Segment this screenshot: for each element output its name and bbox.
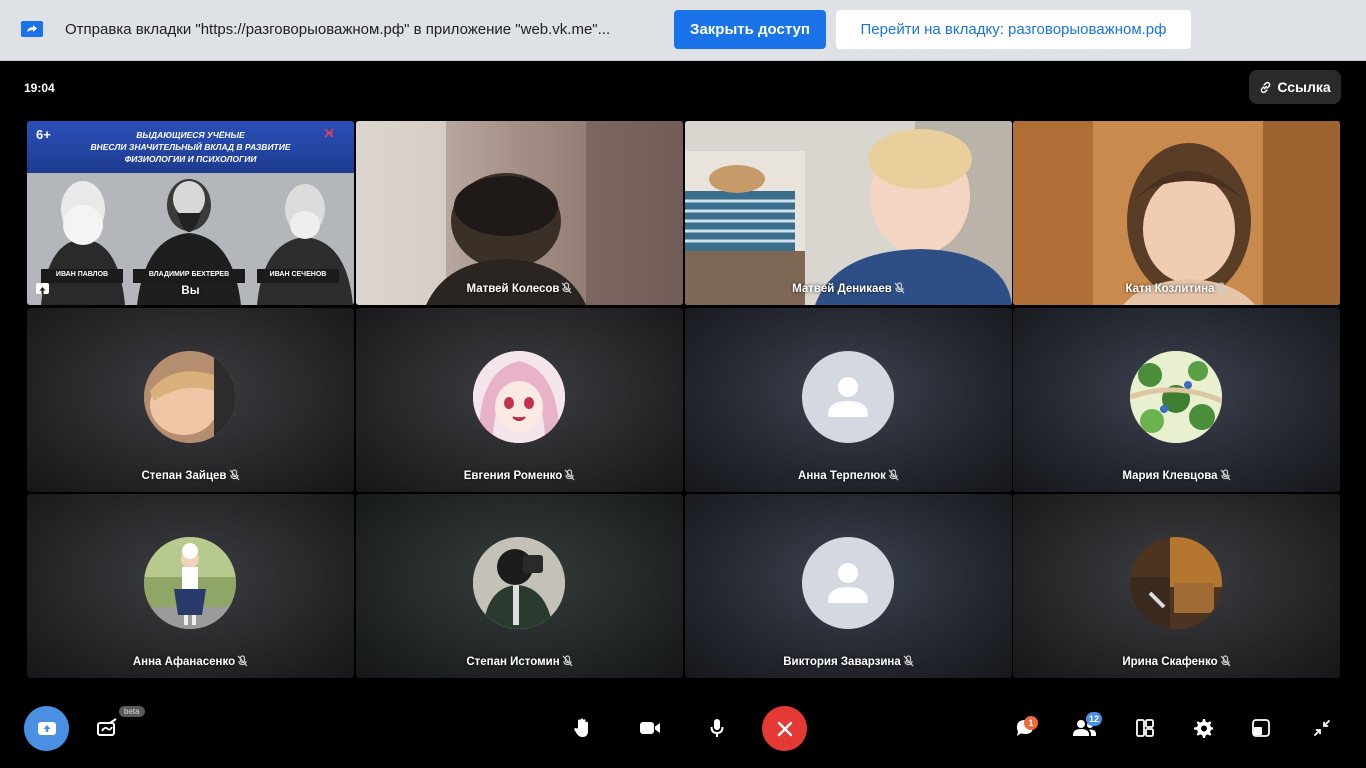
participant-name: Катя Козлитина — [1013, 282, 1340, 297]
participant-tile[interactable]: Матвей Деникаев — [685, 121, 1012, 305]
participant-tile[interactable]: Мария Клевцова — [1013, 308, 1340, 492]
microphone-button[interactable] — [701, 712, 733, 744]
participants-count-badge: 12 — [1086, 712, 1103, 726]
chat-unread-badge: 1 — [1024, 716, 1038, 730]
participant-name: Виктория Заварзина — [685, 655, 1012, 670]
participant-name: Ирина Скафенко — [1013, 655, 1340, 670]
participant-video — [685, 121, 1012, 305]
hand-icon — [574, 718, 588, 737]
default-avatar — [802, 351, 894, 443]
settings-button[interactable] — [1187, 712, 1219, 744]
camera-button[interactable] — [634, 712, 666, 744]
goto-tab-button[interactable]: Перейти на вкладку: разговорыоважном.рф — [836, 10, 1191, 49]
participant-tile[interactable]: Степан Истомин — [356, 494, 683, 678]
mic-off-icon — [561, 282, 572, 297]
fullscreen-button[interactable] — [1306, 712, 1338, 744]
participant-name: Степан Истомин — [356, 655, 683, 670]
screen-share-tile[interactable]: 6+ ВЫДАЮЩИЕСЯ УЧЁНЫЕ ВНЕСЛИ ЗНАЧИТЕЛЬНЫЙ… — [27, 121, 354, 305]
tab-share-banner: Отправка вкладки "https://разговорыоважн… — [0, 0, 1366, 61]
pip-icon — [1252, 719, 1270, 737]
close-access-button[interactable]: Закрыть доступ — [674, 10, 826, 49]
participant-tile[interactable]: Матвей Колесов — [356, 121, 683, 305]
picture-in-picture-button[interactable] — [1245, 712, 1277, 744]
raise-hand-button[interactable] — [566, 712, 598, 744]
participant-tile[interactable]: Анна Афанасенко — [27, 494, 354, 678]
participant-tile[interactable]: Анна Терпелюк — [685, 308, 1012, 492]
mic-off-icon — [903, 655, 914, 670]
participant-tile[interactable]: Ирина Скафенко — [1013, 494, 1340, 678]
avatar — [144, 537, 236, 629]
self-name-label: Вы — [181, 285, 200, 297]
collapse-icon — [1314, 720, 1330, 736]
participant-name: Матвей Колесов — [356, 282, 683, 297]
avatar — [1130, 351, 1222, 443]
default-avatar — [802, 537, 894, 629]
participant-tile[interactable]: Степан Зайцев — [27, 308, 354, 492]
scientist-label-2: ВЛАДИМИР БЕХТЕРЕВ — [148, 271, 230, 278]
participant-name: Матвей Деникаев — [685, 282, 1012, 297]
slide-title-line-1: ВЫДАЮЩИЕСЯ УЧЁНЫЕ — [136, 130, 245, 140]
camera-icon — [640, 722, 660, 734]
mic-off-icon — [562, 655, 573, 670]
screen-share-button[interactable] — [24, 706, 69, 751]
call-time: 19:04 — [24, 81, 55, 95]
gear-icon — [1194, 719, 1213, 738]
scientist-label-3: ИВАН СЕЧЕНОВ — [269, 271, 327, 278]
screen-share-icon — [37, 721, 56, 735]
avatar — [144, 351, 236, 443]
chat-button[interactable] — [1009, 712, 1041, 744]
participant-name: Евгения Роменко — [356, 469, 683, 484]
participant-name: Степан Зайцев — [27, 469, 354, 484]
slide-title-line-3: ФИЗИОЛОГИИ И ПСИХОЛОГИИ — [124, 154, 257, 164]
grid-layout-icon — [1136, 719, 1154, 737]
link-label: Ссылка — [1277, 79, 1331, 95]
mic-off-icon — [1220, 469, 1231, 484]
participant-video — [356, 121, 683, 305]
layout-button[interactable] — [1129, 712, 1161, 744]
link-icon — [1261, 81, 1271, 93]
whiteboard-button[interactable] — [91, 712, 123, 744]
copy-link-button[interactable]: Ссылка — [1249, 70, 1341, 104]
user-placeholder-icon — [828, 563, 868, 603]
microphone-icon — [710, 719, 724, 737]
participant-tile[interactable]: Катя Козлитина — [1013, 121, 1340, 305]
scientist-label-1: ИВАН ПАВЛОВ — [55, 271, 109, 278]
user-placeholder-icon — [828, 377, 868, 417]
mic-off-icon — [894, 282, 905, 297]
participant-tile[interactable]: Евгения Роменко — [356, 308, 683, 492]
banner-text: Отправка вкладки "https://разговорыоважн… — [65, 21, 611, 38]
mic-off-icon — [1220, 655, 1231, 670]
whiteboard-icon — [97, 718, 117, 736]
screen-share-icon — [21, 21, 43, 37]
mic-off-icon — [564, 469, 575, 484]
participant-name: Мария Клевцова — [1013, 469, 1340, 484]
beta-badge: beta — [119, 706, 145, 717]
mic-off-icon — [229, 469, 240, 484]
avatar — [473, 537, 565, 629]
close-icon — [777, 721, 792, 736]
participant-name: Анна Терпелюк — [685, 469, 1012, 484]
end-call-button[interactable] — [762, 706, 807, 751]
mic-off-icon — [888, 469, 899, 484]
participant-name: Анна Афанасенко — [27, 655, 354, 670]
avatar — [473, 351, 565, 443]
participant-video — [1013, 121, 1340, 305]
mic-off-icon — [237, 655, 248, 670]
participant-tile[interactable]: Виктория Заварзина — [685, 494, 1012, 678]
avatar — [1130, 537, 1222, 629]
slide-title-line-2: ВНЕСЛИ ЗНАЧИТЕЛЬНЫЙ ВКЛАД В РАЗВИТИЕ — [90, 142, 291, 152]
mic-off-icon — [1216, 282, 1227, 297]
